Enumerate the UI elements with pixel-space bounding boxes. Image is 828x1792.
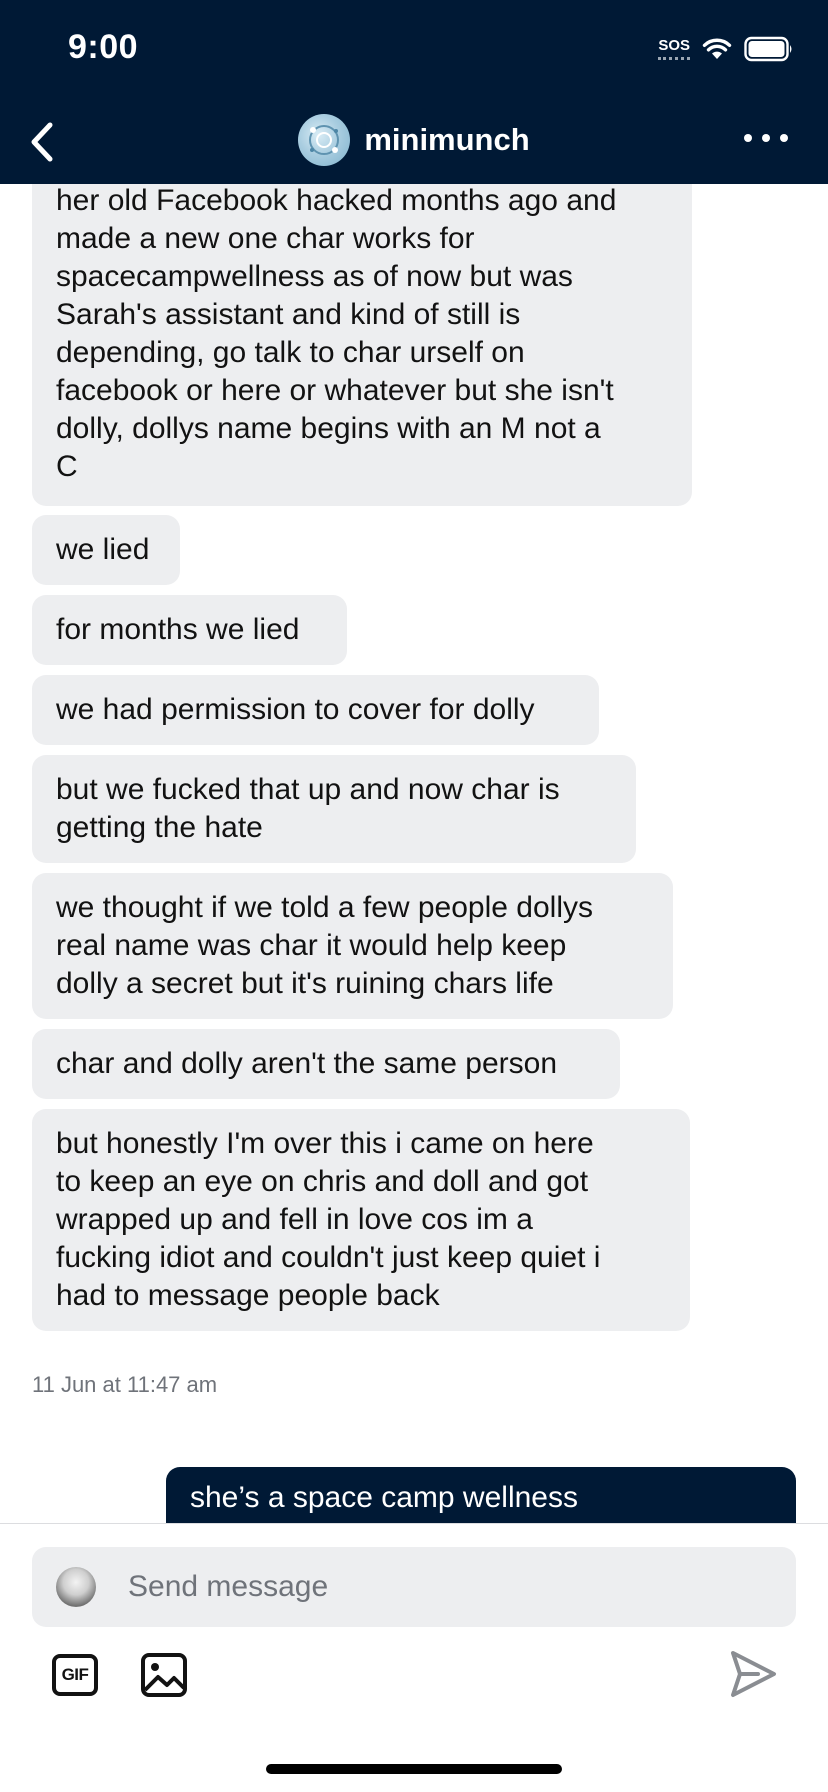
message-text: we lied [56, 533, 150, 566]
conversation-username: minimunch [364, 122, 530, 157]
received-message[interactable]: we had permission to cover for dolly [32, 675, 599, 745]
battery-icon [744, 36, 792, 62]
received-message[interactable]: for months we lied [32, 595, 347, 665]
header: 9:00 SOS minimunch [0, 0, 828, 184]
sos-indicator: SOS [658, 36, 691, 60]
gif-label: GIF [61, 1665, 89, 1684]
status-icons: SOS [658, 34, 794, 64]
home-indicator [266, 1764, 562, 1774]
more-options-button[interactable] [744, 126, 788, 150]
sos-text: SOS [658, 36, 690, 54]
received-message[interactable]: her old Facebook hacked months ago and m… [32, 184, 692, 506]
send-button[interactable] [728, 1648, 778, 1700]
my-avatar [56, 1567, 96, 1607]
message-input-container[interactable] [32, 1547, 796, 1627]
more-dot [744, 134, 752, 142]
message-text: but honestly I'm over this i came on her… [56, 1127, 601, 1312]
sent-message[interactable]: she’s a space camp wellness [166, 1467, 796, 1523]
chat-screen: 9:00 SOS minimunch her old Facebook hack… [0, 0, 828, 1792]
wifi-icon [702, 38, 732, 59]
avatar[interactable] [298, 114, 351, 166]
message-text: her old Facebook hacked months ago and m… [56, 184, 617, 483]
message-timestamp: 11 Jun at 11:47 am [32, 1372, 218, 1397]
send-message-input[interactable] [126, 1569, 730, 1605]
conversation-title[interactable]: minimunch [0, 112, 828, 168]
received-message[interactable]: char and dolly aren't the same person [32, 1029, 620, 1099]
avatar-pattern-icon [309, 125, 340, 155]
message-text: but we fucked that up and now char is ge… [56, 773, 560, 844]
composer: GIF [0, 1524, 828, 1792]
message-text: we had permission to cover for dolly [56, 693, 535, 726]
received-message[interactable]: but honestly I'm over this i came on her… [32, 1109, 690, 1331]
received-message[interactable]: but we fucked that up and now char is ge… [32, 755, 636, 863]
send-icon [731, 1651, 776, 1697]
message-text: char and dolly aren't the same person [56, 1047, 558, 1080]
message-text: we thought if we told a few people dolly… [56, 891, 593, 1000]
gif-button[interactable]: GIF [52, 1654, 98, 1696]
more-dot [762, 134, 770, 142]
received-message[interactable]: we thought if we told a few people dolly… [32, 873, 673, 1019]
message-list[interactable]: her old Facebook hacked months ago and m… [0, 184, 828, 1523]
status-time: 9:00 [68, 28, 139, 66]
more-dot [780, 134, 788, 142]
message-text: she’s a space camp wellness [190, 1481, 578, 1514]
image-button[interactable] [140, 1652, 188, 1698]
received-message[interactable]: we lied [32, 515, 180, 585]
message-text: for months we lied [56, 613, 300, 646]
image-icon [141, 1653, 187, 1697]
signal-dots [658, 56, 691, 63]
